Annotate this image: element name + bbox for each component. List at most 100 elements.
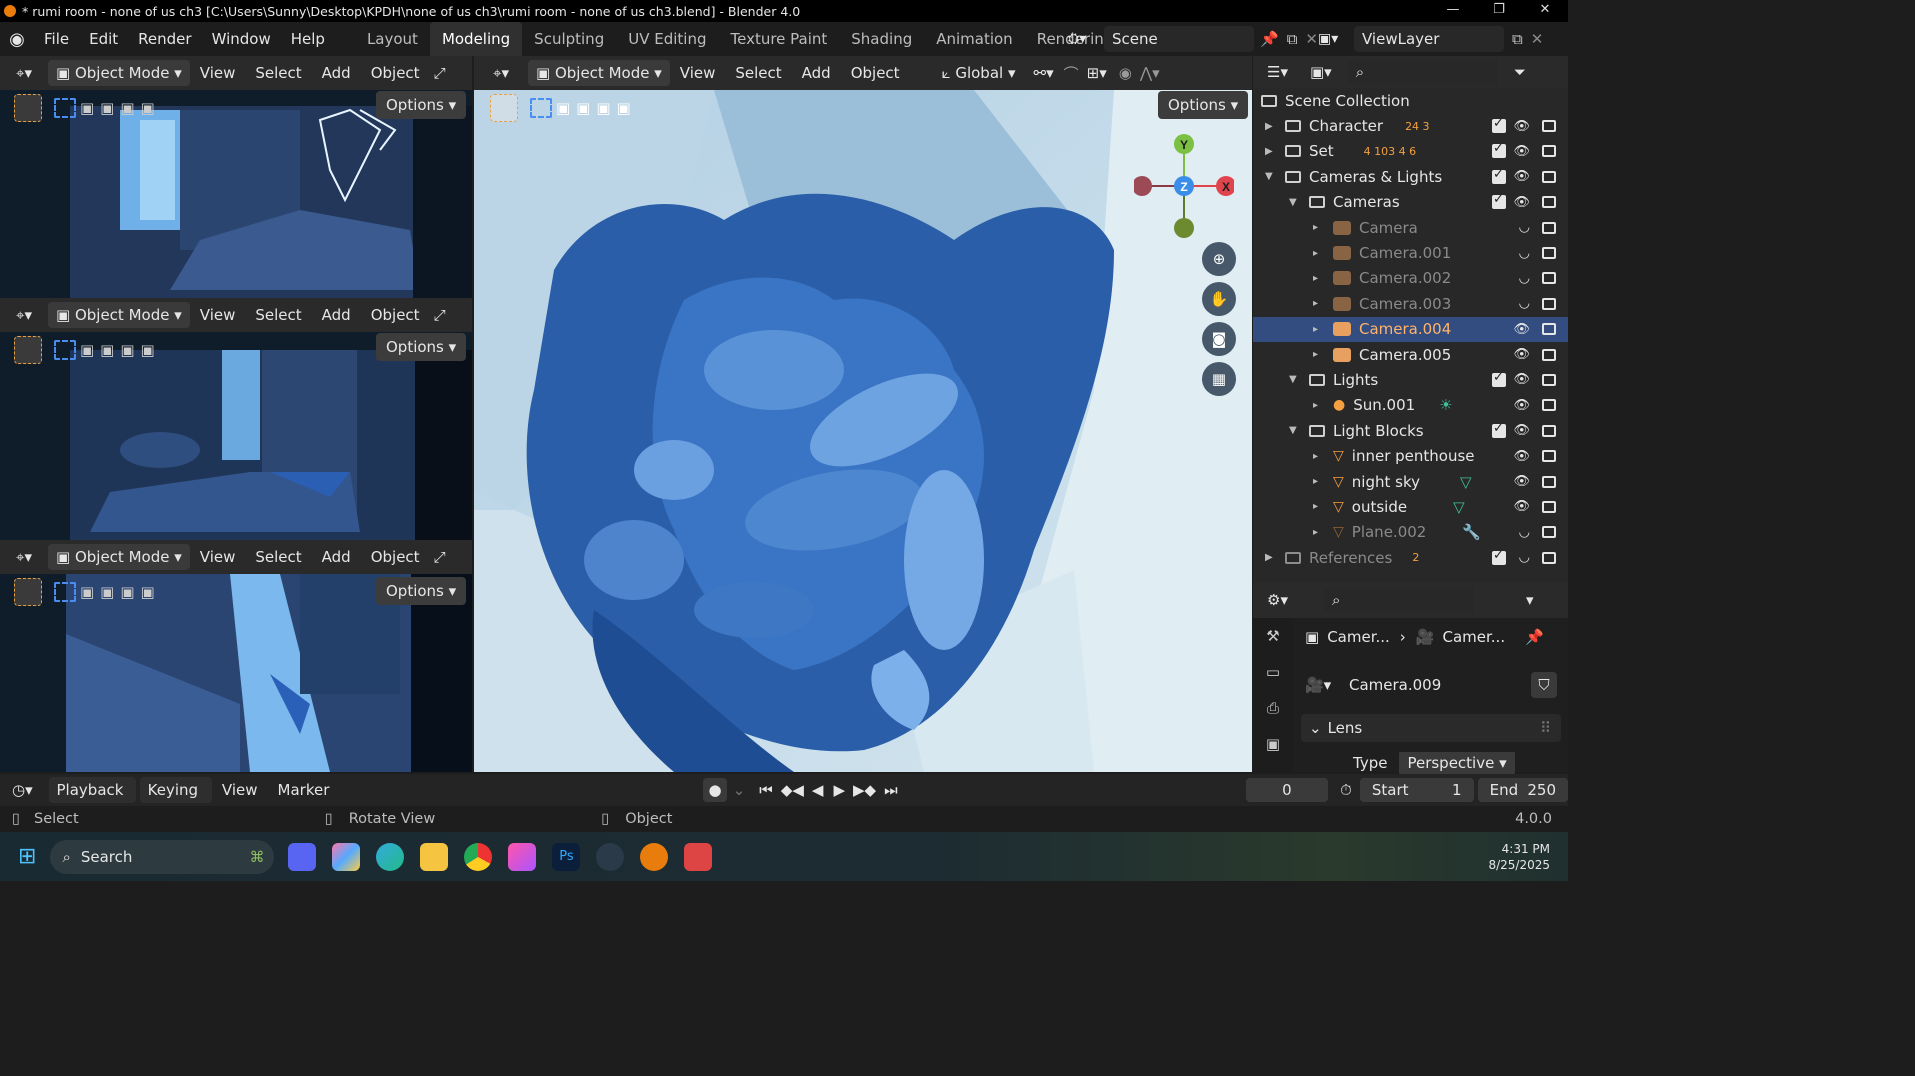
- menu-file[interactable]: File: [34, 23, 79, 55]
- render-camera-icon[interactable]: [1542, 526, 1556, 539]
- eye-hidden-icon[interactable]: ◡: [1519, 220, 1530, 235]
- eye-hidden-icon[interactable]: ◡: [1519, 525, 1530, 540]
- menu-object[interactable]: Object: [361, 540, 430, 574]
- render-camera-icon[interactable]: [1542, 424, 1556, 437]
- eye-icon[interactable]: 👁: [1513, 119, 1530, 134]
- maximize-icon[interactable]: ❐: [1476, 0, 1522, 22]
- start-frame-field[interactable]: Start 1: [1359, 778, 1474, 802]
- edge-icon[interactable]: [376, 842, 405, 871]
- copilot-icon[interactable]: [332, 842, 361, 871]
- render-camera-icon[interactable]: [1542, 551, 1556, 564]
- properties-editor-icon[interactable]: ⚙▾: [1267, 591, 1288, 609]
- preview-range-icon[interactable]: ⏱: [1340, 781, 1352, 799]
- menu-view[interactable]: View: [670, 56, 726, 90]
- render-camera-icon[interactable]: [1542, 196, 1556, 209]
- render-camera-icon[interactable]: [1542, 297, 1556, 310]
- tab-sculpting[interactable]: Sculpting: [522, 22, 616, 56]
- expand-icon[interactable]: ▸: [1313, 248, 1323, 259]
- outliner-row-camera-005[interactable]: ▸ Camera.005 👁: [1253, 342, 1568, 367]
- editor-type-icon[interactable]: ⌖▾: [0, 306, 48, 324]
- menu-edit[interactable]: Edit: [79, 23, 128, 55]
- collapse-icon[interactable]: ▼: [1289, 425, 1299, 436]
- menu-object[interactable]: Object: [361, 56, 430, 90]
- scene-icon[interactable]: ⛭▾: [1068, 31, 1104, 47]
- checkbox[interactable]: [1492, 167, 1506, 184]
- new-scene-icon[interactable]: ⧉: [1287, 30, 1298, 48]
- outliner-row-plane-002[interactable]: ▸ ▽ Plane.002 🔧 ◡: [1253, 520, 1568, 545]
- render-camera-icon[interactable]: [1542, 170, 1556, 183]
- menu-object[interactable]: Object: [361, 298, 430, 332]
- menu-add[interactable]: Add: [312, 540, 361, 574]
- pivot-icon[interactable]: ⚯▾: [1034, 64, 1054, 82]
- select-box-icon[interactable]: [54, 98, 76, 118]
- menu-add[interactable]: Add: [312, 56, 361, 90]
- drag-handle-icon[interactable]: ⠿: [1540, 719, 1551, 737]
- transform-icon[interactable]: ⤢: [434, 548, 446, 566]
- expand-icon[interactable]: ▶: [1265, 146, 1275, 157]
- lens-panel-header[interactable]: ⌄ Lens ⠿: [1301, 714, 1561, 742]
- eye-icon[interactable]: 👁: [1513, 322, 1530, 337]
- outliner-search-input[interactable]: ⌕: [1347, 59, 1498, 85]
- blender-taskbar-icon[interactable]: [640, 842, 669, 871]
- left-viewport-3[interactable]: ▣▣▣▣ Options ▾: [0, 574, 472, 772]
- tab-texture-paint[interactable]: Texture Paint: [718, 22, 839, 56]
- mode-dropdown[interactable]: ▣ Object Mode ▾: [528, 60, 670, 86]
- remove-scene-icon[interactable]: ✕: [1305, 30, 1318, 48]
- expand-icon[interactable]: ▶: [1265, 552, 1275, 563]
- editor-type-icon[interactable]: ⌖▾: [0, 64, 48, 82]
- outliner-row-lights[interactable]: ▼ Lights 👁: [1253, 367, 1568, 392]
- windows-start-icon[interactable]: ⊞: [18, 844, 36, 869]
- eye-hidden-icon[interactable]: ◡: [1519, 246, 1530, 261]
- next-keyframe-icon[interactable]: ▶◆: [853, 781, 876, 799]
- menu-select[interactable]: Select: [725, 56, 791, 90]
- render-camera-icon[interactable]: [1542, 475, 1556, 488]
- blender-logo-icon[interactable]: ◉: [0, 29, 34, 50]
- eye-hidden-icon[interactable]: ◡: [1519, 271, 1530, 286]
- render-tab-icon[interactable]: ▭: [1253, 654, 1293, 690]
- view-layer-tab-icon[interactable]: ▣: [1253, 726, 1293, 762]
- pan-hand-icon[interactable]: ✋: [1202, 282, 1236, 316]
- outliner-row-camera-001[interactable]: ▸ Camera.001 ◡: [1253, 240, 1568, 265]
- main-viewport[interactable]: ▣▣▣▣ Options ▾ Y X Z ⊕ ✋ ◙ ▦: [474, 90, 1252, 772]
- file-explorer-icon[interactable]: [420, 842, 449, 871]
- outliner-row-set[interactable]: ▶ Set 4 103 4 6 👁: [1253, 139, 1568, 164]
- chrome-icon[interactable]: [464, 842, 493, 871]
- render-camera-icon[interactable]: [1542, 272, 1556, 285]
- render-camera-icon[interactable]: [1542, 373, 1556, 386]
- outliner-row-night-sky[interactable]: ▸ ▽ night sky ▽ 👁: [1253, 469, 1568, 494]
- eye-icon[interactable]: 👁: [1513, 449, 1530, 464]
- minimize-icon[interactable]: —: [1430, 0, 1476, 22]
- outliner-row-sun-001[interactable]: ▸ ● Sun.001 ☀ 👁: [1253, 393, 1568, 418]
- select-tool-icon[interactable]: [490, 94, 518, 122]
- type-dropdown[interactable]: Perspective ▾: [1399, 752, 1515, 774]
- outliner-editor-icon[interactable]: ☰▾: [1267, 63, 1288, 81]
- menu-window[interactable]: Window: [202, 23, 281, 55]
- tool-tab-icon[interactable]: ⚒: [1253, 618, 1293, 654]
- outliner-row-cameras-lights[interactable]: ▼ Cameras & Lights 👁: [1253, 164, 1568, 189]
- outliner-row-camera[interactable]: ▸ Camera ◡: [1253, 215, 1568, 240]
- menu-select[interactable]: Select: [245, 56, 311, 90]
- mode-dropdown[interactable]: ▣ Object Mode ▾: [48, 60, 190, 86]
- pin-icon[interactable]: 📌: [1260, 30, 1279, 48]
- scene-field[interactable]: Scene: [1104, 26, 1254, 52]
- menu-help[interactable]: Help: [281, 23, 335, 55]
- outliner-row-light-blocks[interactable]: ▼ Light Blocks 👁: [1253, 418, 1568, 443]
- taskbar-search-box[interactable]: ⌕ Search ⌘: [50, 839, 275, 874]
- expand-icon[interactable]: ▸: [1313, 476, 1323, 487]
- render-camera-icon[interactable]: [1542, 221, 1556, 234]
- expand-icon[interactable]: ▸: [1313, 273, 1323, 284]
- editor-type-icon[interactable]: ⌖▾: [474, 64, 528, 82]
- snap-icon[interactable]: ⌒: [1064, 63, 1079, 84]
- checkbox[interactable]: [1492, 421, 1506, 438]
- timeline-view-menu[interactable]: View: [212, 773, 268, 807]
- checkbox[interactable]: [1492, 116, 1506, 134]
- eye-icon[interactable]: 👁: [1513, 474, 1530, 489]
- select-mode-icons[interactable]: ▣▣▣▣: [556, 99, 637, 117]
- tab-modeling[interactable]: Modeling: [429, 22, 523, 56]
- properties-options-icon[interactable]: ▾: [1526, 591, 1534, 609]
- menu-view[interactable]: View: [190, 56, 246, 90]
- properties-search-input[interactable]: ⌕: [1323, 587, 1474, 613]
- orientation-dropdown[interactable]: ⟀ Global ▾: [933, 60, 1024, 86]
- eye-icon[interactable]: 👁: [1513, 372, 1530, 387]
- outliner-row-character[interactable]: ▶ Character 24 3 👁: [1253, 113, 1568, 138]
